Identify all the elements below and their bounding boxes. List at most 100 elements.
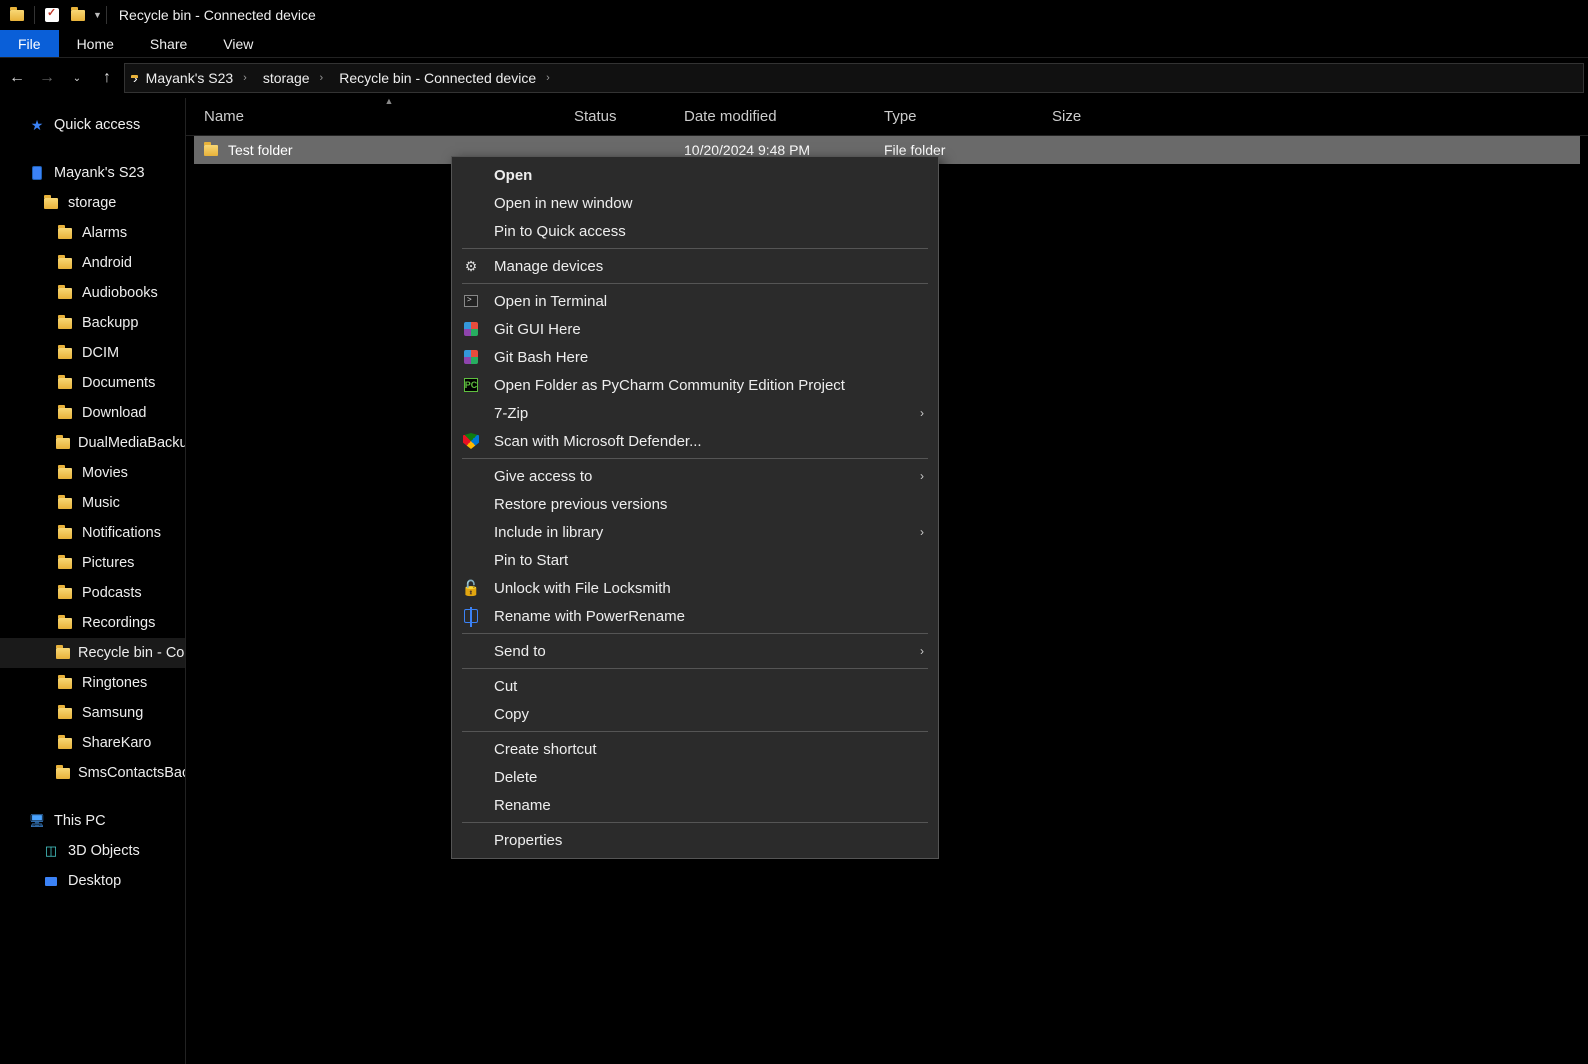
menu-item[interactable]: Properties: [452, 826, 938, 854]
menu-item[interactable]: Rename with PowerRename: [452, 602, 938, 630]
terminal-icon: [462, 292, 480, 310]
menu-item[interactable]: Pin to Start: [452, 546, 938, 574]
breadcrumb-item[interactable]: storage ›: [257, 70, 331, 86]
column-header-date[interactable]: Date modified: [684, 108, 884, 125]
column-label: Name: [204, 108, 244, 125]
tree-item[interactable]: Podcasts: [0, 578, 185, 608]
tree-item[interactable]: Pictures: [0, 548, 185, 578]
menu-item[interactable]: ⚙Manage devices: [452, 252, 938, 280]
menu-item[interactable]: Git GUI Here: [452, 315, 938, 343]
submenu-arrow-icon: ›: [920, 525, 924, 539]
tree-item[interactable]: Recordings: [0, 608, 185, 638]
menu-item[interactable]: 7-Zip›: [452, 399, 938, 427]
nav-back-button[interactable]: ←: [4, 64, 30, 92]
tree-item-label: Download: [82, 405, 147, 421]
column-header-type[interactable]: Type: [884, 108, 1052, 125]
tree-item[interactable]: Desktop: [0, 866, 185, 896]
tree-item[interactable]: Documents: [0, 368, 185, 398]
tree-item[interactable]: storage: [0, 188, 185, 218]
tree-item[interactable]: Audiobooks: [0, 278, 185, 308]
menu-item[interactable]: Give access to›: [452, 462, 938, 490]
tree-item[interactable]: Recycle bin - Con: [0, 638, 185, 668]
menu-item[interactable]: Restore previous versions: [452, 490, 938, 518]
column-header-size[interactable]: Size: [1052, 108, 1162, 125]
tree-item[interactable]: Movies: [0, 458, 185, 488]
tree-item[interactable]: Notifications: [0, 518, 185, 548]
folder-icon: [56, 705, 74, 721]
title-bar: ▼ Recycle bin - Connected device: [0, 0, 1588, 30]
menu-item[interactable]: Cut: [452, 672, 938, 700]
app-folder-icon: [8, 6, 26, 24]
menu-item[interactable]: Delete: [452, 763, 938, 791]
menu-item[interactable]: Pin to Quick access: [452, 217, 938, 245]
chevron-right-icon[interactable]: ›: [133, 70, 138, 86]
folder-icon: [56, 765, 70, 781]
menu-item[interactable]: Scan with Microsoft Defender...: [452, 427, 938, 455]
breadcrumb-item[interactable]: Recycle bin - Connected device ›: [333, 70, 558, 86]
menu-item-label: Git Bash Here: [494, 349, 588, 366]
tree-item[interactable]: Music: [0, 488, 185, 518]
chevron-right-icon[interactable]: ›: [544, 72, 552, 84]
qat-dropdown-icon[interactable]: ▼: [93, 10, 102, 20]
tree-item[interactable]: ShareKaro: [0, 728, 185, 758]
menu-item[interactable]: Create shortcut: [452, 735, 938, 763]
tree-item-label: Alarms: [82, 225, 127, 241]
nav-recent-dropdown[interactable]: ⌄: [64, 64, 90, 92]
tree-item-label: DCIM: [82, 345, 119, 361]
tree-item[interactable]: 🖥This PC: [0, 806, 185, 836]
tree-item[interactable]: ★Quick access: [0, 110, 185, 140]
tab-share[interactable]: Share: [132, 30, 205, 57]
desktop-icon: [42, 873, 60, 889]
title-separator: [34, 6, 35, 24]
tree-item[interactable]: Backupp: [0, 308, 185, 338]
tree-item[interactable]: Download: [0, 398, 185, 428]
chevron-right-icon[interactable]: ›: [318, 72, 326, 84]
tree-item[interactable]: Alarms: [0, 218, 185, 248]
chevron-right-icon[interactable]: ›: [241, 72, 249, 84]
folder-icon: [56, 675, 74, 691]
menu-item[interactable]: Open: [452, 161, 938, 189]
tab-view[interactable]: View: [205, 30, 271, 57]
tab-home[interactable]: Home: [59, 30, 132, 57]
nav-forward-button[interactable]: →: [34, 64, 60, 92]
tree-item[interactable]: DualMediaBacku: [0, 428, 185, 458]
column-header-name[interactable]: ▲ Name: [204, 108, 574, 125]
submenu-arrow-icon: ›: [920, 469, 924, 483]
tree-item-label: Notifications: [82, 525, 161, 541]
menu-separator: [462, 248, 928, 249]
menu-item[interactable]: PCOpen Folder as PyCharm Community Editi…: [452, 371, 938, 399]
menu-item-label: Git GUI Here: [494, 321, 581, 338]
tree-item[interactable]: Mayank's S23: [0, 158, 185, 188]
menu-item-label: 7-Zip: [494, 405, 528, 422]
menu-item-label: Pin to Quick access: [494, 223, 626, 240]
address-bar[interactable]: › Mayank's S23 › storage › Recycle bin -…: [124, 63, 1584, 93]
tree-item-label: ShareKaro: [82, 735, 151, 751]
qat-folder-icon[interactable]: [69, 6, 87, 24]
tree-item[interactable]: Ringtones: [0, 668, 185, 698]
tree-item[interactable]: Android: [0, 248, 185, 278]
nav-up-button[interactable]: ↑: [94, 64, 120, 92]
folder-icon: [56, 285, 74, 301]
menu-item[interactable]: Send to›: [452, 637, 938, 665]
menu-item[interactable]: Git Bash Here: [452, 343, 938, 371]
tab-file[interactable]: File: [0, 30, 59, 57]
star-icon: ★: [28, 117, 46, 133]
folder-icon: [56, 405, 74, 421]
tree-item[interactable]: DCIM: [0, 338, 185, 368]
folder-icon: [56, 435, 70, 451]
folder-icon: [56, 735, 74, 751]
menu-item[interactable]: Include in library›: [452, 518, 938, 546]
tree-item[interactable]: SmsContactsBac: [0, 758, 185, 788]
tree-item[interactable]: Samsung: [0, 698, 185, 728]
breadcrumb-label: Mayank's S23: [146, 70, 234, 86]
tree-item[interactable]: ◫3D Objects: [0, 836, 185, 866]
qat-properties-icon[interactable]: [43, 6, 61, 24]
column-header-status[interactable]: Status: [574, 108, 684, 125]
menu-item[interactable]: 🔓Unlock with File Locksmith: [452, 574, 938, 602]
menu-item[interactable]: Rename: [452, 791, 938, 819]
menu-item[interactable]: Copy: [452, 700, 938, 728]
menu-item[interactable]: Open in Terminal: [452, 287, 938, 315]
tree-item-label: Pictures: [82, 555, 134, 571]
breadcrumb-item[interactable]: Mayank's S23 ›: [140, 70, 255, 86]
menu-item[interactable]: Open in new window: [452, 189, 938, 217]
